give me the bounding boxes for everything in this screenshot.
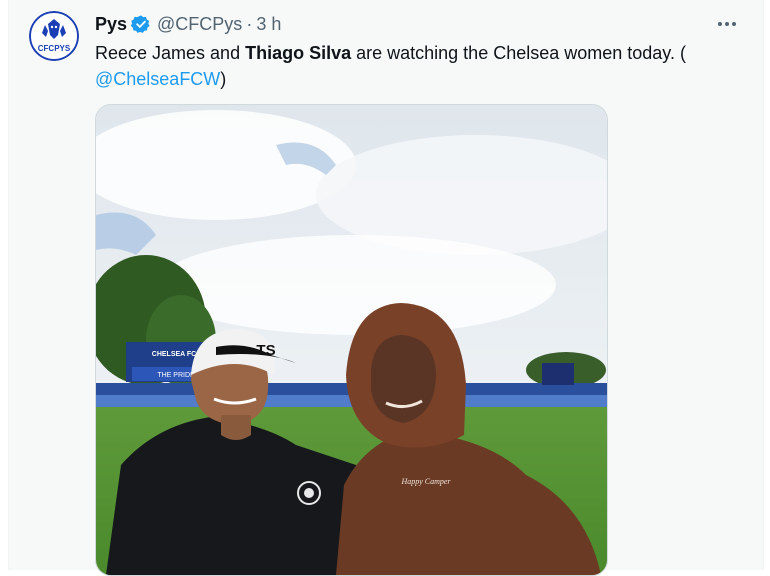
tweet-media-photo[interactable]: CHELSEA FC THE PRIDE TS Happy Camper [95,104,608,576]
hoodie-print: Happy Camper [400,477,451,486]
tweet-text: Reece James and Thiago Silva are watchin… [95,40,735,92]
display-name[interactable]: Pys [95,14,127,35]
avatar[interactable]: CFCPYS [29,11,79,61]
photo-scene: CHELSEA FC THE PRIDE TS Happy Camper [96,105,607,575]
avatar-text: CFCPYS [38,44,71,53]
cap-logo: TS [256,342,275,359]
tweet-text-part2: are watching the Chelsea women today. ( [351,43,686,63]
timestamp[interactable]: 3 h [256,14,281,35]
separator-dot: · [246,13,253,34]
tweet-text-part1: Reece James and [95,43,246,63]
more-dots-icon[interactable] [713,12,741,36]
tweet-card[interactable]: CFCPYS Pys @CFCPys · 3 h Reece James and… [8,0,764,576]
mention-link[interactable]: @ChelseaFCW [95,69,220,89]
user-handle[interactable]: @CFCPys [157,14,242,35]
verified-badge-icon [131,15,150,33]
stand-banner-sign: THE PRIDE [157,372,195,379]
tweet-header: Pys @CFCPys · 3 h [95,12,281,36]
tweet-text-close: ) [220,69,227,89]
tweet-text-bold-name: Thiago Silva [245,43,352,63]
stand-top-sign: CHELSEA FC [152,351,196,358]
avatar-lion-logo: CFCPYS [29,11,79,61]
scoreboard [542,363,574,385]
